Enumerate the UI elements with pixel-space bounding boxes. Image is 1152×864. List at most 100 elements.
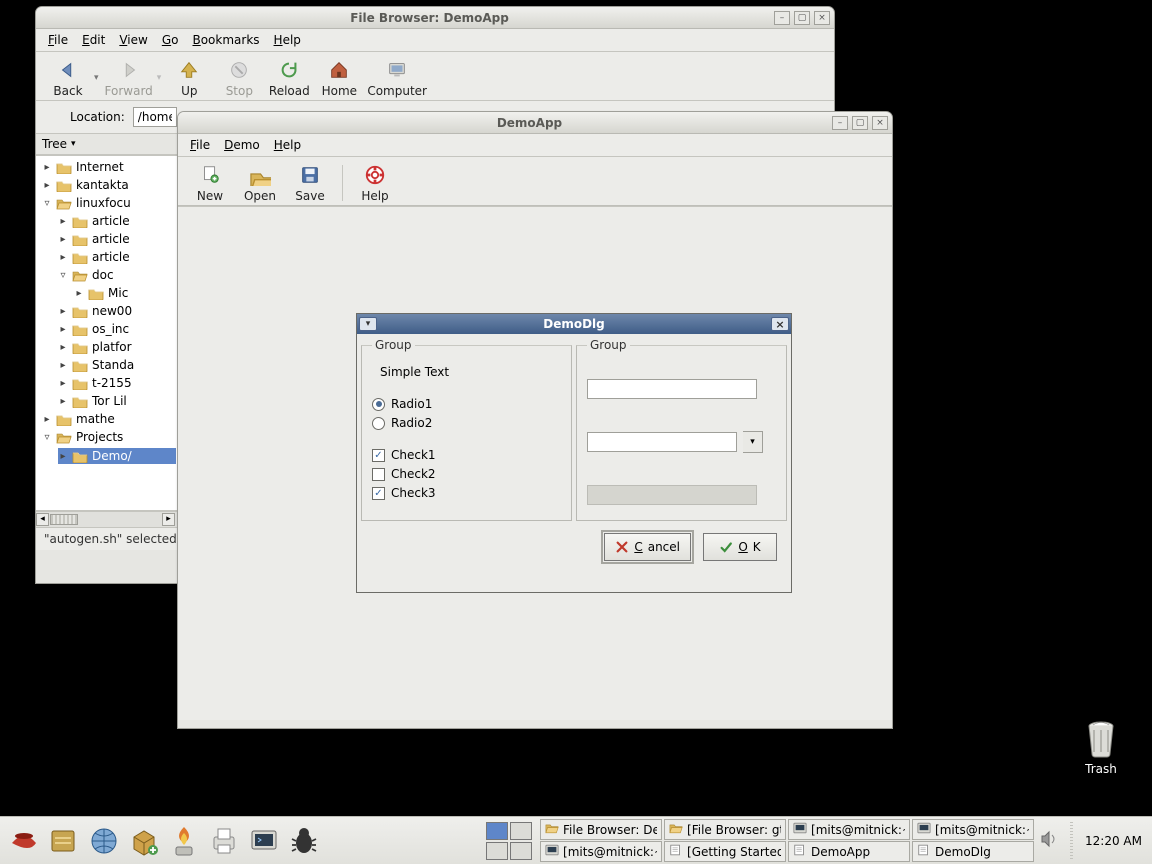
tree-item[interactable]: ▸platfor [42,338,176,356]
tree-item[interactable]: ▸Mic [42,284,176,302]
tree-item[interactable]: ▿doc [42,266,176,284]
taskbar-task[interactable]: DemoApp [788,841,910,862]
check1-row[interactable]: ✓Check1 [372,448,561,462]
tree-dropdown-icon[interactable]: ▾ [71,139,76,149]
tree-twisty-icon[interactable]: ▸ [58,324,68,335]
tree-twisty-icon[interactable]: ▸ [58,306,68,317]
scroll-left-icon[interactable]: ◂ [36,513,49,526]
trash-desktop-icon[interactable]: Trash [1074,718,1128,776]
text-input-1[interactable] [587,379,757,399]
launcher-bug-icon[interactable] [286,823,322,859]
tree-twisty-icon[interactable]: ▿ [58,270,68,281]
menu-demo[interactable]: Demo [218,136,266,154]
tree-twisty-icon[interactable]: ▸ [42,180,52,191]
maximize-button[interactable]: ▢ [852,116,868,130]
menu-file[interactable]: File [42,31,74,49]
tree-twisty-icon[interactable]: ▸ [74,288,84,299]
taskbar-task[interactable]: DemoDlg [912,841,1034,862]
tree-item[interactable]: ▸Tor Lil [42,392,176,410]
up-button[interactable]: Up [167,58,211,98]
minimize-button[interactable]: – [832,116,848,130]
workspace-1[interactable] [486,822,508,840]
workspace-3[interactable] [486,842,508,860]
location-input[interactable] [133,107,177,127]
tree-item[interactable]: ▸Standa [42,356,176,374]
tree-item[interactable]: ▸os_inc [42,320,176,338]
tree-twisty-icon[interactable]: ▸ [58,216,68,227]
launcher-files-icon[interactable] [46,823,82,859]
tree-pane-label[interactable]: Tree [42,137,67,151]
tree-item[interactable]: ▿linuxfocu [42,194,176,212]
check3-row[interactable]: ✓Check3 [372,486,561,500]
tree-item[interactable]: ▸mathe [42,410,176,428]
minimize-button[interactable]: – [774,11,790,25]
tree-twisty-icon[interactable]: ▸ [42,414,52,425]
check2-row[interactable]: Check2 [372,467,561,481]
workspace-pager[interactable] [486,822,532,860]
menu-help[interactable]: Help [268,31,307,49]
taskbar-task[interactable]: [mits@mitnick:~ [788,819,910,840]
tree-item[interactable]: ▸article [42,230,176,248]
home-button[interactable]: Home [317,58,361,98]
close-icon[interactable]: × [771,317,789,331]
menu-go[interactable]: Go [156,31,185,49]
check2-input[interactable] [372,468,385,481]
cancel-button[interactable]: Cancel [604,533,691,561]
demoapp-titlebar[interactable]: DemoApp – ▢ × [178,112,892,134]
radio2-row[interactable]: Radio2 [372,416,561,430]
check3-input[interactable]: ✓ [372,487,385,500]
workspace-4[interactable] [510,842,532,860]
launcher-package-icon[interactable] [126,823,162,859]
tree-item[interactable]: ▸new00 [42,302,176,320]
menu-help[interactable]: Help [268,136,307,154]
radio2-input[interactable] [372,417,385,430]
tree-item[interactable]: ▸Demo/ [42,446,176,466]
launcher-web-icon[interactable] [86,823,122,859]
volume-icon[interactable] [1040,830,1058,851]
taskbar-task[interactable]: [mits@mitnick:~ [540,841,662,862]
tree-item[interactable]: ▸article [42,248,176,266]
reload-button[interactable]: Reload [267,58,311,98]
tree-twisty-icon[interactable]: ▸ [58,360,68,371]
menu-edit[interactable]: Edit [76,31,111,49]
save-button[interactable]: Save [288,163,332,203]
tree-twisty-icon[interactable]: ▸ [58,378,68,389]
radio1-row[interactable]: Radio1 [372,397,561,411]
tree-twisty-icon[interactable]: ▿ [42,198,52,209]
close-button[interactable]: × [814,11,830,25]
new-button[interactable]: New [188,163,232,203]
taskbar-task[interactable]: [Getting Started [664,841,786,862]
tree-item[interactable]: ▿Projects [42,428,176,446]
launcher-terminal-icon[interactable] [246,823,282,859]
clock[interactable]: 12:20 AM [1085,834,1142,848]
combo-dropdown-icon[interactable]: ▾ [743,431,763,453]
tree-twisty-icon[interactable]: ▸ [58,342,68,353]
tree-twisty-icon[interactable]: ▿ [42,432,52,443]
maximize-button[interactable]: ▢ [794,11,810,25]
taskbar-task[interactable]: File Browser: De [540,819,662,840]
tree-item[interactable]: ▸kantakta [42,176,176,194]
launcher-redhat-icon[interactable] [6,823,42,859]
taskbar-task[interactable]: [File Browser: gt [664,819,786,840]
tree-item[interactable]: ▸article [42,212,176,230]
tree-item[interactable]: ▸Internet [42,158,176,176]
help-button[interactable]: Help [353,163,397,203]
back-dropdown-icon[interactable]: ▾ [94,73,99,83]
dialog-menu-icon[interactable]: ▾ [359,317,377,331]
workspace-2[interactable] [510,822,532,840]
back-button[interactable]: Back [46,58,90,98]
demodlg-titlebar[interactable]: ▾ DemoDlg × [357,314,791,334]
open-button[interactable]: Open [238,163,282,203]
launcher-fire-icon[interactable] [166,823,202,859]
tree-twisty-icon[interactable]: ▸ [58,252,68,263]
taskbar-task[interactable]: [mits@mitnick:~ [912,819,1034,840]
tree-twisty-icon[interactable]: ▸ [58,234,68,245]
radio1-input[interactable] [372,398,385,411]
menu-file[interactable]: File [184,136,216,154]
tree-item[interactable]: ▸t-2155 [42,374,176,392]
check1-input[interactable]: ✓ [372,449,385,462]
file-browser-titlebar[interactable]: File Browser: DemoApp – ▢ × [36,7,834,29]
tree-twisty-icon[interactable]: ▸ [58,451,68,462]
menu-view[interactable]: View [113,31,153,49]
launcher-print-icon[interactable] [206,823,242,859]
